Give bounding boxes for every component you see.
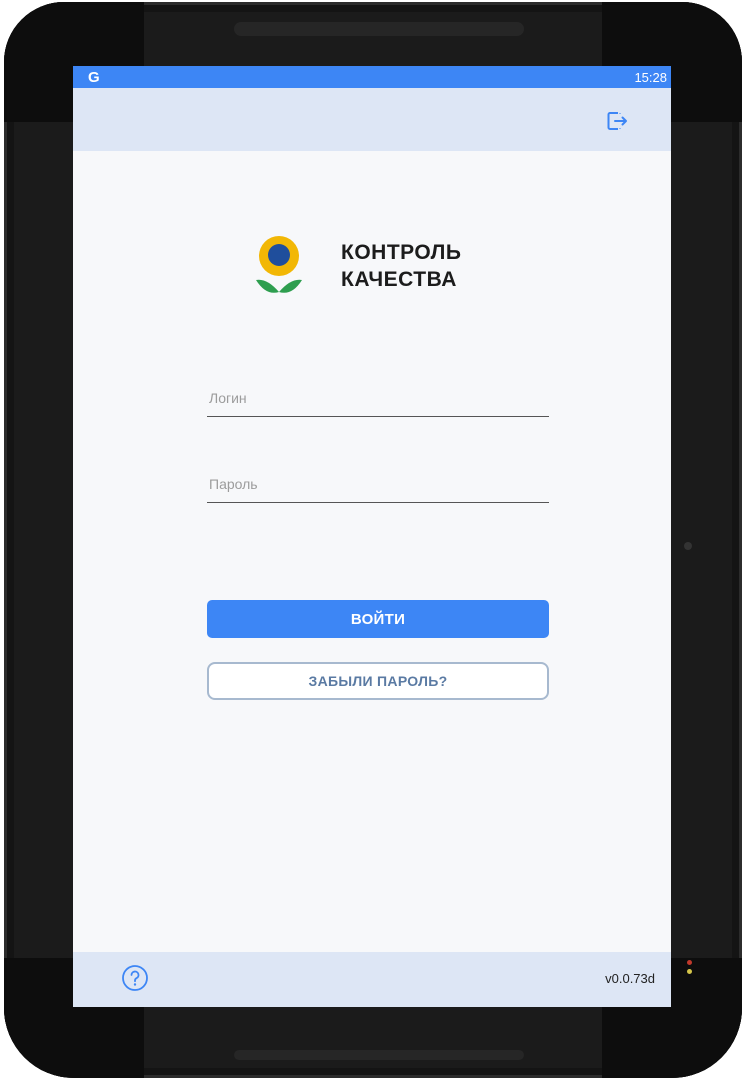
help-icon bbox=[122, 965, 148, 991]
logo-line-2: КАЧЕСТВА bbox=[341, 268, 457, 291]
logo-text: КОНТРОЛЬ КАЧЕСТВА bbox=[341, 239, 462, 293]
device-top-slot bbox=[234, 22, 524, 36]
device-led-red bbox=[687, 960, 692, 965]
app-bar bbox=[73, 88, 671, 151]
app-screen: G 15:28 КОНТРОЛЬ КАЧЕСТВА ВОЙТИ ЗАБЫЛИ bbox=[73, 66, 671, 1007]
app-footer: v0.0.73d bbox=[73, 952, 671, 1007]
help-button[interactable] bbox=[121, 964, 149, 992]
logout-button[interactable] bbox=[606, 110, 628, 132]
login-field[interactable] bbox=[207, 380, 549, 417]
app-version: v0.0.73d bbox=[605, 971, 655, 986]
device-bottom-slot bbox=[234, 1050, 524, 1060]
password-input[interactable] bbox=[207, 466, 549, 502]
login-button[interactable]: ВОЙТИ bbox=[207, 600, 549, 638]
password-field[interactable] bbox=[207, 466, 549, 503]
sunflower-logo-icon bbox=[256, 236, 302, 293]
logo-line-1: КОНТРОЛЬ bbox=[341, 241, 462, 264]
status-app-indicator: G bbox=[88, 68, 100, 86]
forgot-password-button[interactable]: ЗАБЫЛИ ПАРОЛЬ? bbox=[207, 662, 549, 700]
status-time: 15:28 bbox=[634, 69, 667, 85]
device-led-green bbox=[687, 969, 692, 974]
status-bar: G 15:28 bbox=[73, 66, 671, 88]
logout-icon bbox=[607, 112, 627, 130]
device-sensor bbox=[684, 542, 692, 550]
login-input[interactable] bbox=[207, 380, 549, 416]
app-logo: КОНТРОЛЬ КАЧЕСТВА bbox=[253, 234, 462, 298]
